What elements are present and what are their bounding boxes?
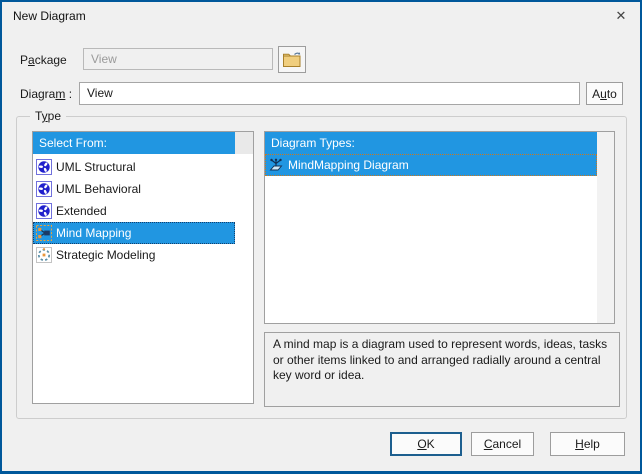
list-item-uml-behavioral[interactable]: UML Behavioral — [33, 178, 235, 200]
package-label: Package — [20, 53, 67, 67]
package-field: View — [83, 48, 273, 70]
mind-mapping-icon — [36, 225, 52, 241]
auto-button[interactable]: Auto — [586, 82, 623, 105]
diagram-types-content: Diagram Types: MindMapping Diagram — [265, 132, 597, 323]
select-from-header: Select From: — [33, 132, 235, 154]
diagram-types-header: Diagram Types: — [265, 132, 597, 154]
help-button[interactable]: Help — [550, 432, 625, 456]
mindmapping-diagram-icon — [268, 157, 284, 173]
strategic-modeling-icon — [36, 247, 52, 263]
list-item-strategic-modeling[interactable]: Strategic Modeling — [33, 244, 235, 266]
list-item-label: Strategic Modeling — [56, 248, 155, 262]
diagram-types-scrollbar[interactable] — [597, 132, 614, 323]
list-item-label: Mind Mapping — [56, 226, 131, 240]
ok-button[interactable]: OK — [390, 432, 462, 456]
select-from-header-row: Select From: — [33, 132, 253, 154]
list-item-label: UML Behavioral — [56, 182, 141, 196]
uml-structural-icon — [36, 159, 52, 175]
list-item-mind-mapping[interactable]: Mind Mapping — [33, 222, 235, 244]
titlebar: New Diagram — [2, 2, 640, 30]
list-item-uml-structural[interactable]: UML Structural — [33, 156, 235, 178]
diagram-description: A mind map is a diagram used to represen… — [264, 332, 620, 407]
select-from-list: Select From: UML — [32, 131, 254, 404]
browse-package-button[interactable] — [278, 46, 306, 73]
extended-icon — [36, 203, 52, 219]
diagram-label: Diagram : — [20, 87, 72, 101]
diagram-name-field[interactable]: View — [79, 82, 580, 105]
type-group-label: Type — [30, 109, 66, 123]
select-from-scrollbar[interactable] — [235, 132, 253, 154]
diagram-types-list: Diagram Types: MindMapping Diagram — [264, 131, 615, 324]
new-diagram-dialog: New Diagram ✕ Package View Diagram : Vie… — [0, 0, 642, 474]
list-item-label: MindMapping Diagram — [288, 158, 409, 172]
list-item-label: Extended — [56, 204, 107, 218]
dialog-title: New Diagram — [2, 9, 86, 23]
list-item-mindmapping-diagram[interactable]: MindMapping Diagram — [265, 154, 597, 176]
select-from-items: UML Structural UML Behavior — [33, 154, 253, 403]
close-icon[interactable]: ✕ — [610, 6, 632, 26]
folder-icon — [282, 51, 303, 68]
list-item-label: UML Structural — [56, 160, 136, 174]
list-item-extended[interactable]: Extended — [33, 200, 235, 222]
cancel-button[interactable]: Cancel — [471, 432, 534, 456]
uml-behavioral-icon — [36, 181, 52, 197]
